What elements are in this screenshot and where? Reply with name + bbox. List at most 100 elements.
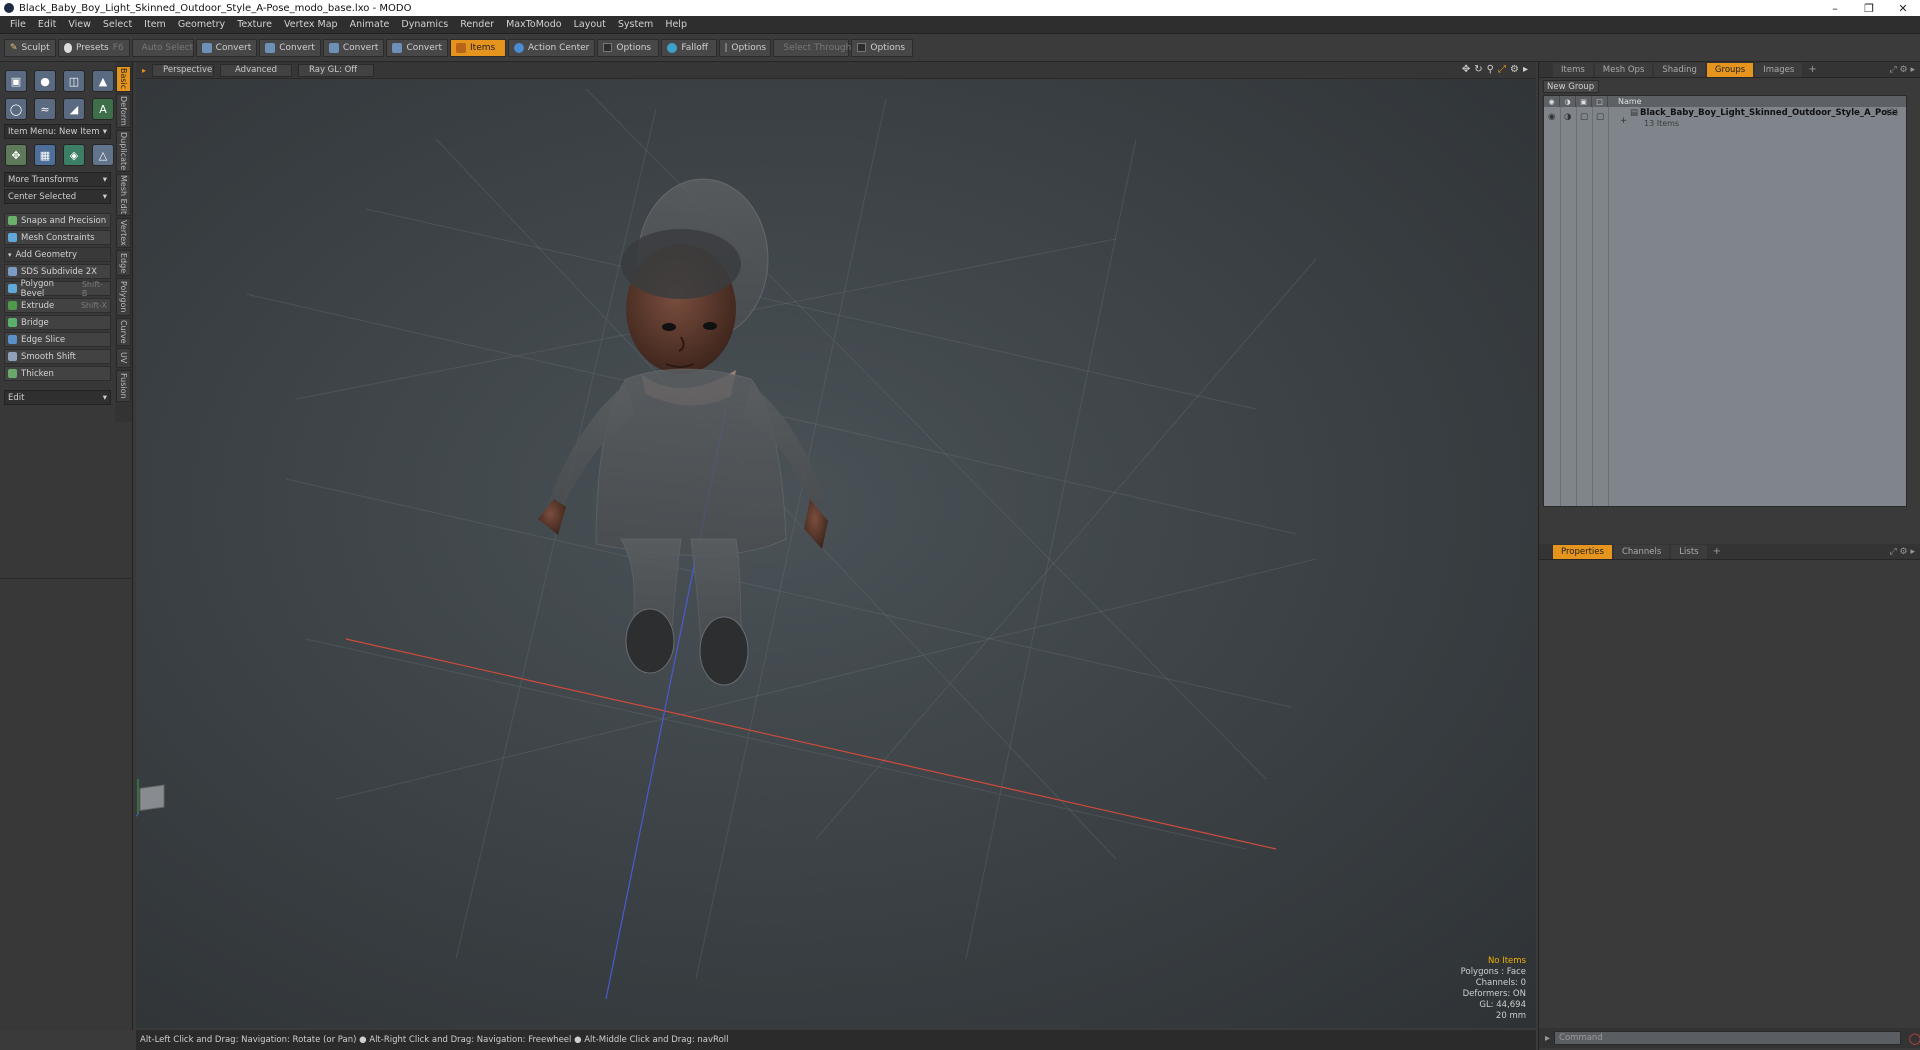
- text-tool-icon[interactable]: A: [92, 98, 114, 120]
- menu-file[interactable]: File: [10, 19, 26, 30]
- smooth-shift-button[interactable]: Smooth Shift: [4, 349, 111, 364]
- globe-icon[interactable]: ◈: [63, 144, 85, 166]
- cube-icon[interactable]: ▣: [5, 70, 27, 92]
- close-icon[interactable]: ✕: [1886, 0, 1920, 16]
- tab-mesh-edit[interactable]: Mesh Edit: [116, 174, 131, 216]
- capsule-icon[interactable]: ≈: [34, 98, 56, 120]
- options-button-3[interactable]: Options: [851, 38, 914, 57]
- more-transforms-dropdown[interactable]: More Transforms ▾: [4, 172, 111, 187]
- convert-button-4[interactable]: Convert: [386, 38, 449, 57]
- items-mode-button[interactable]: Items: [450, 38, 507, 57]
- falloff-button[interactable]: Falloff: [661, 38, 718, 57]
- tab-polygon[interactable]: Polygon: [116, 278, 131, 316]
- menu-maxtomodo[interactable]: MaxToModo: [506, 19, 562, 30]
- menu-view[interactable]: View: [68, 19, 91, 30]
- rotate-icon[interactable]: ↻: [1474, 64, 1482, 75]
- convert-button-2[interactable]: Convert: [259, 38, 321, 57]
- pyramid-icon[interactable]: △: [92, 144, 114, 166]
- center-selected-dropdown[interactable]: Center Selected ▾: [4, 189, 111, 204]
- menu-edit[interactable]: Edit: [38, 19, 56, 30]
- expand-arrow-icon[interactable]: ▸: [1523, 64, 1528, 75]
- wedge-icon[interactable]: ◢: [63, 98, 85, 120]
- raygl-button[interactable]: Ray GL: Off: [298, 63, 375, 77]
- panel-options-icon[interactable]: ⤢ ⚙ ▸: [1889, 547, 1920, 557]
- mesh-constraints-button[interactable]: Mesh Constraints: [4, 230, 111, 245]
- menu-help[interactable]: Help: [665, 19, 687, 30]
- tab-deform[interactable]: Deform: [116, 94, 131, 128]
- options-button-1[interactable]: Options: [597, 38, 660, 57]
- lock-toggle-icon[interactable]: □: [1580, 112, 1588, 122]
- tab-duplicate[interactable]: Duplicate: [116, 130, 131, 172]
- bridge-button[interactable]: Bridge: [4, 315, 111, 330]
- menu-geometry[interactable]: Geometry: [178, 19, 225, 30]
- sphere-icon[interactable]: ●: [34, 70, 56, 92]
- tab-properties[interactable]: Properties: [1553, 544, 1612, 559]
- menu-animate[interactable]: Animate: [350, 19, 390, 30]
- torus-icon[interactable]: ◯: [5, 98, 27, 120]
- menu-vertex-map[interactable]: Vertex Map: [284, 19, 338, 30]
- tab-lists[interactable]: Lists: [1671, 544, 1707, 559]
- minimize-icon[interactable]: –: [1818, 0, 1852, 16]
- add-geometry-header[interactable]: ▾ Add Geometry: [4, 247, 111, 262]
- pan-icon[interactable]: ✥: [1462, 64, 1470, 75]
- shading-mode-button[interactable]: Advanced: [220, 63, 293, 77]
- menu-layout[interactable]: Layout: [574, 19, 606, 30]
- select-through-button[interactable]: Select Through: [773, 38, 851, 57]
- sds-subdivide-button[interactable]: SDS Subdivide 2X: [4, 264, 111, 279]
- panel-options-icon[interactable]: ⤢ ⚙ ▸: [1889, 65, 1920, 75]
- command-record-icon[interactable]: ◯: [1909, 1032, 1920, 1045]
- tab-items[interactable]: Items: [1553, 62, 1593, 77]
- menu-dynamics[interactable]: Dynamics: [401, 19, 448, 30]
- sculpt-button[interactable]: ✎ Sculpt: [4, 38, 56, 57]
- view-type-button[interactable]: Perspective: [152, 63, 215, 77]
- render-icon[interactable]: ◑: [1560, 96, 1576, 107]
- menu-render[interactable]: Render: [460, 19, 494, 30]
- tab-channels[interactable]: Channels: [1613, 544, 1670, 559]
- grid-icon[interactable]: ▦: [34, 144, 56, 166]
- options-button-2[interactable]: Options: [719, 38, 772, 57]
- tab-basic[interactable]: Basic: [116, 66, 131, 92]
- fit-icon[interactable]: ⤢: [1498, 64, 1506, 75]
- menu-texture[interactable]: Texture: [237, 19, 272, 30]
- edge-slice-button[interactable]: Edge Slice: [4, 332, 111, 347]
- baby-model[interactable]: [538, 178, 828, 686]
- tab-shading[interactable]: Shading: [1654, 62, 1705, 77]
- tab-edge[interactable]: Edge: [116, 250, 131, 276]
- cone-icon[interactable]: ▲: [92, 70, 114, 92]
- move-icon[interactable]: ✥: [5, 144, 27, 166]
- polygon-bevel-button[interactable]: Polygon Bevel Shift-B: [4, 279, 111, 299]
- action-center-button[interactable]: Action Center: [508, 38, 596, 57]
- snaps-precision-button[interactable]: Snaps and Precision: [4, 213, 111, 228]
- presets-button[interactable]: Presets F6: [57, 38, 130, 57]
- 3d-viewport[interactable]: No Items Polygons : Face Channels: 0 Def…: [136, 79, 1536, 1028]
- lock-icon[interactable]: ▣: [1576, 96, 1592, 107]
- tab-vertex[interactable]: Vertex: [116, 218, 131, 248]
- menu-select[interactable]: Select: [103, 19, 132, 30]
- tab-groups[interactable]: Groups: [1706, 62, 1754, 77]
- cylinder-icon[interactable]: ◫: [63, 70, 85, 92]
- render-toggle-icon[interactable]: ◑: [1564, 112, 1571, 122]
- add-tab-icon[interactable]: +: [1709, 546, 1725, 557]
- gear-icon[interactable]: ⚙: [1510, 64, 1519, 75]
- tab-curve[interactable]: Curve: [116, 318, 131, 346]
- visibility-eye-icon[interactable]: ◉: [1548, 112, 1555, 122]
- new-group-button[interactable]: New Group: [1543, 80, 1599, 93]
- thicken-button[interactable]: Thicken: [4, 366, 111, 381]
- menu-system[interactable]: System: [618, 19, 653, 30]
- tab-uv[interactable]: UV: [116, 348, 131, 368]
- command-input[interactable]: Command: [1554, 1031, 1901, 1045]
- eye-icon[interactable]: ◉: [1544, 96, 1560, 107]
- auto-select-button[interactable]: Auto Select: [131, 38, 194, 57]
- expand-icon[interactable]: +: [1620, 116, 1627, 126]
- select-icon[interactable]: □: [1592, 96, 1608, 107]
- select-toggle-icon[interactable]: □: [1596, 112, 1604, 122]
- tab-mesh-ops[interactable]: Mesh Ops: [1594, 62, 1653, 77]
- menu-item[interactable]: Item: [144, 19, 166, 30]
- convert-button-3[interactable]: Convert: [322, 38, 385, 57]
- edit-dropdown[interactable]: Edit ▾: [4, 390, 111, 405]
- tab-images[interactable]: Images: [1755, 62, 1803, 77]
- zoom-icon[interactable]: ⚲: [1487, 64, 1494, 75]
- convert-button-1[interactable]: Convert: [195, 38, 258, 57]
- viewport-menu-icon[interactable]: ▸: [142, 66, 146, 75]
- group-row[interactable]: ◉ ◑ □ □ + ▤ Black_Baby_Boy_Light_Skinned…: [1544, 108, 1906, 130]
